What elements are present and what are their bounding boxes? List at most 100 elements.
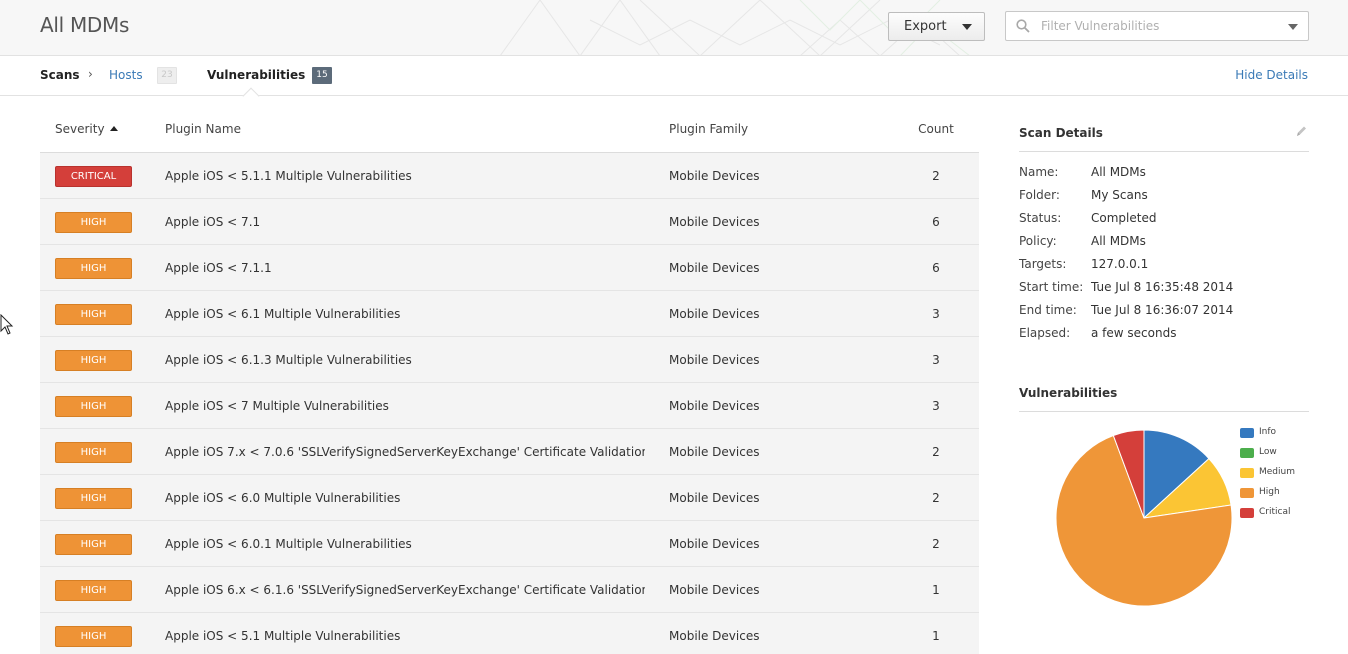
table-row[interactable]: HIGH Apple iOS < 5.1 Multiple Vulnerabili…: [40, 613, 979, 654]
scan-detail-value: All MDMs: [1091, 165, 1146, 179]
plugin-family: Mobile Devices: [669, 261, 760, 275]
filter-input[interactable]: [1041, 16, 1281, 36]
scan-detail-row: Name: All MDMs: [1019, 165, 1309, 188]
search-icon: [1016, 19, 1030, 33]
scan-detail-value: Tue Jul 8 16:36:07 2014: [1091, 303, 1234, 317]
vulnerability-count: 1: [932, 629, 940, 643]
vulnerability-count: 3: [932, 353, 940, 367]
vulnerability-count: 2: [932, 445, 940, 459]
plugin-family: Mobile Devices: [669, 583, 760, 597]
vulnerabilities-table: Severity Plugin Name Plugin Family Count…: [40, 108, 979, 654]
severity-badge: HIGH: [55, 488, 132, 509]
severity-badge: HIGH: [55, 396, 132, 417]
scan-detail-row: End time: Tue Jul 8 16:36:07 2014: [1019, 303, 1309, 326]
legend-label: Low: [1259, 447, 1277, 457]
vulnerabilities-pie-chart: [1056, 430, 1232, 606]
plugin-name: Apple iOS < 7.1.1: [165, 261, 272, 275]
scan-detail-row: Start time: Tue Jul 8 16:35:48 2014: [1019, 280, 1309, 303]
tab-hosts[interactable]: Hosts: [109, 68, 143, 82]
table-row[interactable]: HIGH Apple iOS < 6.1 Multiple Vulnerabili…: [40, 291, 979, 337]
table-row[interactable]: HIGH Apple iOS < 6.1.3 Multiple Vulnerabi…: [40, 337, 979, 383]
plugin-name: Apple iOS < 6.1 Multiple Vulnerabilities: [165, 307, 401, 321]
severity-badge: HIGH: [55, 212, 132, 233]
chevron-down-icon[interactable]: [1288, 24, 1298, 30]
table-row[interactable]: HIGH Apple iOS < 7.1.1 Mobile Devices 6: [40, 245, 979, 291]
breadcrumb-scans[interactable]: Scans: [40, 68, 80, 82]
tab-vulnerabilities[interactable]: Vulnerabilities: [207, 68, 305, 82]
legend-swatch: [1240, 468, 1254, 478]
plugin-name: Apple iOS < 6.1.3 Multiple Vulnerabiliti…: [165, 353, 412, 367]
vulnerability-count: 1: [932, 583, 940, 597]
scan-detail-key: Policy:: [1019, 234, 1057, 248]
table-row[interactable]: HIGH Apple iOS < 7.1 Mobile Devices 6: [40, 199, 979, 245]
scan-detail-value: a few seconds: [1091, 326, 1177, 340]
legend-swatch: [1240, 428, 1254, 438]
severity-badge: CRITICAL: [55, 166, 132, 187]
legend-label: High: [1259, 487, 1280, 497]
table-row[interactable]: HIGH Apple iOS 6.x < 6.1.6 'SSLVerifySign…: [40, 567, 979, 613]
vulnerability-count: 2: [932, 537, 940, 551]
scan-details-heading: Scan Details: [1019, 126, 1103, 140]
plugin-family: Mobile Devices: [669, 629, 760, 643]
table-body: CRITICAL Apple iOS < 5.1.1 Multiple Vulne…: [40, 153, 979, 654]
plugin-family: Mobile Devices: [669, 353, 760, 367]
column-header-plugin-name[interactable]: Plugin Name: [165, 122, 241, 136]
scan-detail-row: Status: Completed: [1019, 211, 1309, 234]
severity-badge: HIGH: [55, 534, 132, 555]
plugin-family: Mobile Devices: [669, 537, 760, 551]
pencil-icon[interactable]: [1295, 124, 1307, 138]
legend-label: Medium: [1259, 467, 1295, 477]
column-header-count[interactable]: Count: [916, 122, 956, 136]
scan-detail-key: Start time:: [1019, 280, 1084, 294]
legend-label: Critical: [1259, 507, 1291, 517]
plugin-name: Apple iOS < 5.1 Multiple Vulnerabilities: [165, 629, 401, 643]
page-title: All MDMs: [40, 13, 130, 37]
scan-detail-key: Name:: [1019, 165, 1059, 179]
scan-details-list: Name: All MDMs Folder: My Scans Status: Compl…: [1019, 152, 1309, 349]
plugin-name: Apple iOS < 6.0.1 Multiple Vulnerabiliti…: [165, 537, 412, 551]
plugin-family: Mobile Devices: [669, 399, 760, 413]
hide-details-link[interactable]: Hide Details: [1235, 68, 1308, 82]
legend-label: Info: [1259, 427, 1277, 437]
breadcrumb: Scans › Hosts 23 Vulnerabilities 15 Hide…: [0, 56, 1348, 105]
plugin-family: Mobile Devices: [669, 169, 760, 183]
scan-detail-value: 127.0.0.1: [1091, 257, 1149, 271]
plugin-name: Apple iOS < 7 Multiple Vulnerabilities: [165, 399, 389, 413]
severity-badge: HIGH: [55, 626, 132, 647]
caret-down-icon: [962, 24, 972, 30]
scan-detail-key: Elapsed:: [1019, 326, 1071, 340]
scan-detail-value: All MDMs: [1091, 234, 1146, 248]
scan-detail-row: Targets: 127.0.0.1: [1019, 257, 1309, 280]
scan-detail-value: Tue Jul 8 16:35:48 2014: [1091, 280, 1234, 294]
filter-vulnerabilities[interactable]: [1005, 11, 1309, 41]
vulnerabilities-title: Vulnerabilities: [1019, 380, 1309, 412]
legend-swatch: [1240, 508, 1254, 518]
severity-badge: HIGH: [55, 258, 132, 279]
scan-details-panel: Scan Details Name: All MDMs Folder: My Scan…: [1019, 120, 1309, 349]
export-button[interactable]: Export: [888, 12, 985, 41]
vulnerability-count: 3: [932, 399, 940, 413]
scan-detail-key: Status:: [1019, 211, 1062, 225]
vulnerability-count: 6: [932, 215, 940, 229]
mouse-cursor-icon: [0, 314, 14, 335]
column-header-severity[interactable]: Severity: [55, 122, 118, 136]
table-row[interactable]: HIGH Apple iOS 7.x < 7.0.6 'SSLVerifySign…: [40, 429, 979, 475]
scan-detail-key: Targets:: [1019, 257, 1067, 271]
export-button-label: Export: [904, 19, 947, 34]
vulnerabilities-chart-section: Vulnerabilities: [1019, 380, 1309, 412]
scan-detail-key: End time:: [1019, 303, 1077, 317]
scan-details-title: Scan Details: [1019, 120, 1309, 152]
scan-detail-row: Policy: All MDMs: [1019, 234, 1309, 257]
sort-ascending-icon: [109, 126, 118, 131]
table-row[interactable]: HIGH Apple iOS < 7 Multiple Vulnerabiliti…: [40, 383, 979, 429]
plugin-name: Apple iOS < 6.0 Multiple Vulnerabilities: [165, 491, 401, 505]
plugin-family: Mobile Devices: [669, 307, 760, 321]
legend-swatch: [1240, 448, 1254, 458]
table-row[interactable]: HIGH Apple iOS < 6.0 Multiple Vulnerabili…: [40, 475, 979, 521]
plugin-family: Mobile Devices: [669, 491, 760, 505]
table-row[interactable]: CRITICAL Apple iOS < 5.1.1 Multiple Vulne…: [40, 153, 979, 199]
plugin-name: Apple iOS 6.x < 6.1.6 'SSLVerifySignedSe…: [165, 583, 645, 597]
scan-detail-value: My Scans: [1091, 188, 1148, 202]
table-row[interactable]: HIGH Apple iOS < 6.0.1 Multiple Vulnerabi…: [40, 521, 979, 567]
column-header-plugin-family[interactable]: Plugin Family: [669, 122, 748, 136]
